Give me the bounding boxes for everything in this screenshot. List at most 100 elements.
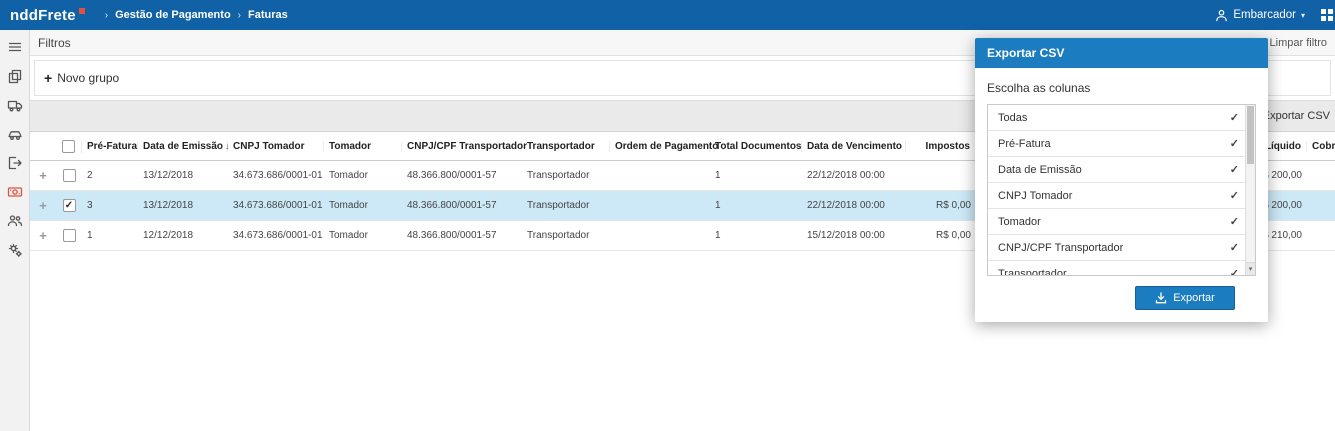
header-pre-fatura[interactable]: Pré-Fatura [82,140,138,152]
cell-transportador: Transportador [527,200,590,211]
app-logo: nddFrete [10,7,85,24]
users-icon[interactable] [4,211,26,231]
cell-transportador: Transportador [527,230,590,241]
user-menu-label: Embarcador [1233,9,1296,21]
cell-data-vencimento: 15/12/2018 00:00 [807,230,885,241]
export-button[interactable]: Exportar [1135,286,1235,310]
logo-mark-icon [78,7,85,14]
modal-subtitle: Escolha as colunas [987,81,1091,95]
row-checkbox[interactable]: ✓ [62,229,76,242]
cell-data-vencimento: 22/12/2018 00:00 [807,200,885,211]
cell-total-documentos: 1 [715,230,721,241]
header-data-vencimento[interactable]: Data de Vencimento [802,140,906,152]
check-icon: ✓ [1229,164,1239,176]
cell-cnpj-cpf-transportador: 48.366.800/0001-57 [407,170,497,181]
sidebar [0,30,30,431]
column-option-transportador[interactable]: Transportador ✓ [988,261,1255,276]
column-option-tomador[interactable]: Tomador ✓ [988,209,1255,235]
app-window: nddFrete › Gestão de Pagamento › Faturas… [0,0,1335,431]
truck-icon[interactable] [4,95,26,115]
check-icon: ✓ [1229,216,1239,228]
column-option-pre-fatura[interactable]: Pré-Fatura ✓ [988,131,1255,157]
cell-total-documentos: 1 [715,170,721,181]
row-checkbox[interactable]: ✓ [62,169,76,182]
header-total-documentos[interactable]: Total Documentos [710,140,802,152]
user-menu-dropdown[interactable]: Embarcador ▾ [1205,9,1315,22]
header-ordem-pagamento[interactable]: Ordem de Pagamento [610,140,718,152]
row-expand-button[interactable]: + [39,199,47,213]
topbar-right: Embarcador ▾ [1205,0,1335,30]
signout-icon[interactable] [4,153,26,173]
column-option-data-emissao[interactable]: Data de Emissão ✓ [988,157,1255,183]
header-impostos[interactable]: Impostos [906,140,976,152]
check-icon: ✓ [1229,138,1239,150]
cell-data-vencimento: 22/12/2018 00:00 [807,170,885,181]
cell-cnpj-cpf-transportador: 48.366.800/0001-57 [407,200,497,211]
columns-listbox: Todas ✓ Pré-Fatura ✓ Data de Emissão ✓ C… [987,104,1256,276]
logo-text: nddFrete [10,6,76,24]
apps-icon[interactable] [1315,0,1335,30]
row-checkbox-checked[interactable]: ✓ [62,199,76,212]
check-icon: ✓ [1229,190,1239,202]
list-scrollbar[interactable]: ▾ [1245,105,1255,275]
check-icon: ✓ [1229,242,1239,254]
chevron-right-icon: › [104,9,109,21]
column-option-todas[interactable]: Todas ✓ [988,105,1255,131]
cell-tomador: Tomador [329,230,368,241]
new-group-label: Novo grupo [57,71,120,85]
cell-total-documentos: 1 [715,200,721,211]
payments-icon[interactable] [4,182,26,202]
header-data-emissao[interactable]: Data de Emissão ↓ [138,140,230,152]
header-cnpj-tomador[interactable]: CNPJ Tomador [228,140,324,152]
cell-data-emissao: 13/12/2018 [143,170,194,181]
column-option-cnpj-cpf-transportador[interactable]: CNPJ/CPF Transportador ✓ [988,235,1255,261]
column-option-cnpj-tomador[interactable]: CNPJ Tomador ✓ [988,183,1255,209]
cell-pre-fatura: 3 [87,200,93,211]
cell-transportador: Transportador [527,170,590,181]
cell-cnpj-tomador: 34.673.686/0001-01 [233,230,323,241]
cell-tomador: Tomador [329,170,368,181]
cell-tomador: Tomador [329,200,368,211]
header-cobranca[interactable]: Cobrança [1307,141,1335,152]
row-expand-button[interactable]: + [39,229,47,243]
export-csv-modal: Exportar CSV Escolha as colunas Todas ✓ … [975,38,1268,322]
scrollbar-thumb[interactable] [1247,106,1254,164]
chevron-down-icon: ▾ [1300,10,1305,20]
header-cnpj-cpf-transportador[interactable]: CNPJ/CPF Transportador [402,140,527,152]
export-button-label: Exportar [1173,292,1215,304]
header-transportador[interactable]: Transportador [522,140,610,152]
person-icon [1216,9,1228,21]
cell-impostos: R$ 0,00 [935,200,971,211]
cell-data-emissao: 13/12/2018 [143,200,194,211]
cell-cnpj-tomador: 34.673.686/0001-01 [233,200,323,211]
topbar: nddFrete › Gestão de Pagamento › Faturas… [0,0,1335,30]
gears-icon[interactable] [4,240,26,260]
breadcrumb-item-gestao-pagamento[interactable]: Gestão de Pagamento [115,9,231,21]
cell-pre-fatura: 1 [87,230,93,241]
menu-icon[interactable] [4,37,26,57]
cell-impostos: R$ 0,00 [935,230,971,241]
breadcrumb: › Gestão de Pagamento › Faturas [105,9,288,21]
cell-cnpj-cpf-transportador: 48.366.800/0001-57 [407,230,497,241]
cell-cnpj-tomador: 34.673.686/0001-01 [233,170,323,181]
scroll-down-button[interactable]: ▾ [1246,262,1255,275]
breadcrumb-item-faturas[interactable]: Faturas [248,9,288,21]
clear-filter-label: Limpar filtro [1269,36,1327,49]
chevron-right-icon: › [237,9,242,21]
row-expand-button[interactable]: + [39,169,47,183]
car-icon[interactable] [4,124,26,144]
cell-data-emissao: 12/12/2018 [143,230,194,241]
plus-icon: + [44,70,53,86]
cell-pre-fatura: 2 [87,170,93,181]
filters-title: Filtros [38,35,71,50]
header-tomador[interactable]: Tomador [324,140,402,152]
select-all-checkbox[interactable] [56,139,82,153]
new-group-button[interactable]: + Novo grupo [44,70,119,86]
modal-footer: Exportar [975,276,1268,322]
modal-title: Exportar CSV [975,38,1268,68]
check-icon: ✓ [1229,268,1239,276]
copy-icon[interactable] [4,66,26,86]
check-icon: ✓ [1229,112,1239,124]
export-csv-label: Exportar CSV [1262,110,1330,122]
download-icon [1156,292,1167,304]
